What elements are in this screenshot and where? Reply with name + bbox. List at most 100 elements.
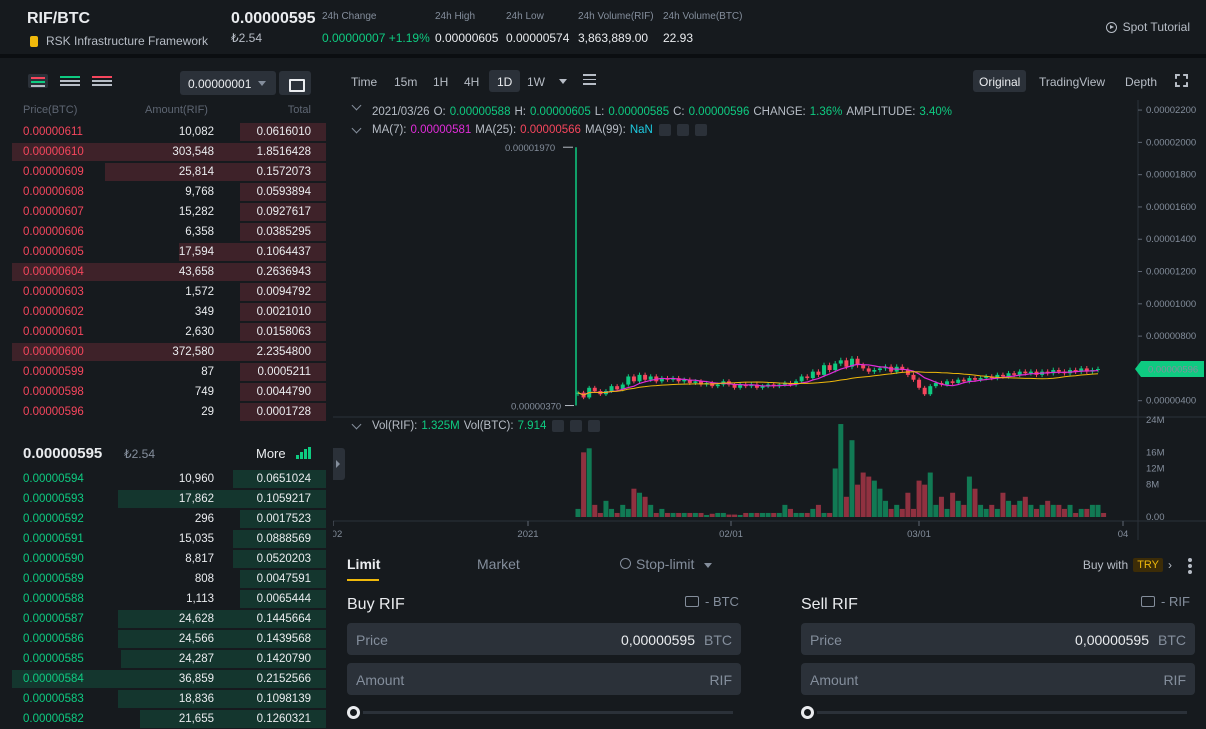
volume-bar[interactable] (815, 504, 821, 517)
volume-bar[interactable] (597, 512, 603, 517)
close-icon[interactable] (694, 124, 707, 136)
candle-body[interactable] (972, 378, 977, 380)
volume-bar[interactable] (860, 472, 866, 517)
volume-bar[interactable] (871, 480, 877, 517)
volume-bar[interactable] (1056, 504, 1062, 517)
ask-row[interactable]: 0.00000605 17,594 0.1064437 (0, 242, 329, 262)
volume-bar[interactable] (905, 492, 911, 517)
collapse-icon[interactable] (351, 419, 362, 429)
volume-bar[interactable] (966, 476, 972, 517)
volume-bar[interactable] (1101, 512, 1107, 517)
bid-row[interactable]: 0.00000594 10,960 0.0651024 (0, 469, 329, 489)
candle-body[interactable] (715, 384, 720, 387)
volume-bar[interactable] (704, 514, 710, 517)
volume-bar[interactable] (922, 484, 928, 517)
volume-bar[interactable] (743, 512, 749, 517)
candle-body[interactable] (643, 374, 648, 380)
ask-row[interactable]: 0.00000600 372,580 2.2354800 (0, 342, 329, 362)
volume-bar[interactable] (983, 508, 989, 517)
volume-bar[interactable] (866, 476, 872, 517)
bid-row[interactable]: 0.00000583 18,836 0.1098139 (0, 689, 329, 709)
volume-bar[interactable] (804, 512, 810, 517)
volume-bar[interactable] (838, 424, 844, 517)
volume-bar[interactable] (664, 512, 670, 517)
volume-bar[interactable] (625, 508, 631, 517)
volume-bar[interactable] (1006, 500, 1012, 517)
candle-body[interactable] (827, 365, 832, 371)
bid-row[interactable]: 0.00000585 24,287 0.1420790 (0, 649, 329, 669)
ask-row[interactable]: 0.00000603 1,572 0.0094792 (0, 282, 329, 302)
volume-bar[interactable] (692, 512, 698, 517)
sell-price-input[interactable]: Price 0,00000595 BTC (801, 623, 1195, 655)
ask-row[interactable]: 0.00000601 2,630 0.0158063 (0, 322, 329, 342)
book-both-icon[interactable] (28, 74, 48, 88)
volume-bar[interactable] (1095, 504, 1101, 517)
volume-bar[interactable] (849, 440, 855, 517)
candle-body[interactable] (911, 374, 916, 380)
gear-icon[interactable] (570, 420, 583, 432)
expand-panel-button[interactable] (333, 448, 345, 480)
volume-bar[interactable] (933, 504, 939, 517)
tab-market[interactable]: Market (477, 556, 520, 572)
volume-bar[interactable] (1067, 504, 1073, 517)
orderbook-layout-button[interactable] (279, 71, 311, 95)
volume-bar[interactable] (787, 508, 793, 517)
more-options-icon[interactable] (1188, 558, 1192, 574)
volume-bar[interactable] (1039, 504, 1045, 517)
volume-bar[interactable] (782, 504, 788, 517)
volume-bar[interactable] (883, 500, 889, 517)
ask-row[interactable]: 0.00000606 6,358 0.0385295 (0, 222, 329, 242)
bid-row[interactable]: 0.00000590 8,817 0.0520203 (0, 549, 329, 569)
candle-body[interactable] (799, 376, 804, 382)
buy-percent-slider[interactable] (347, 706, 741, 719)
volume-bar[interactable] (776, 512, 782, 517)
candle-body[interactable] (1056, 370, 1061, 372)
tab-limit[interactable]: Limit (347, 556, 380, 572)
volume-bar[interactable] (938, 496, 944, 517)
volume-bar[interactable] (989, 504, 995, 517)
volume-bar[interactable] (726, 514, 732, 517)
volume-bar[interactable] (586, 448, 592, 517)
volume-bar[interactable] (1061, 508, 1067, 517)
bid-row[interactable]: 0.00000589 808 0.0047591 (0, 569, 329, 589)
more-button[interactable]: More (256, 446, 286, 461)
sell-amount-input[interactable]: Amount RIF (801, 663, 1195, 695)
candle-body[interactable] (866, 368, 871, 372)
volume-bar[interactable] (637, 492, 643, 517)
volume-bar[interactable] (614, 512, 620, 517)
candle-body[interactable] (861, 365, 866, 369)
volume-bar[interactable] (760, 512, 766, 517)
candle-body[interactable] (810, 371, 815, 379)
volume-bar[interactable] (961, 504, 967, 517)
volume-bar[interactable] (1017, 500, 1023, 517)
volume-bar[interactable] (899, 508, 905, 517)
candle-body[interactable] (1096, 369, 1100, 371)
ask-row[interactable]: 0.00000610 303,548 1.8516428 (0, 142, 329, 162)
volume-bar[interactable] (575, 508, 581, 517)
candle-body[interactable] (956, 379, 961, 383)
volume-bar[interactable] (1045, 500, 1051, 517)
candle-body[interactable] (838, 360, 843, 364)
candle-body[interactable] (877, 368, 882, 371)
candle-body[interactable] (648, 376, 653, 380)
tick-size-select[interactable]: 0.00000001 (180, 71, 276, 95)
volume-bar[interactable] (877, 488, 883, 517)
volume-bar[interactable] (1011, 504, 1017, 517)
ask-row[interactable]: 0.00000607 15,282 0.0927617 (0, 202, 329, 222)
bid-row[interactable]: 0.00000587 24,628 0.1445664 (0, 609, 329, 629)
slider-knob[interactable] (347, 706, 360, 719)
candle-body[interactable] (693, 381, 698, 383)
candle-body[interactable] (872, 370, 877, 372)
sell-percent-slider[interactable] (801, 706, 1195, 719)
volume-bar[interactable] (832, 468, 838, 518)
volume-bar[interactable] (799, 512, 805, 517)
candle-body[interactable] (637, 374, 642, 382)
volume-bar[interactable] (737, 514, 743, 517)
volume-bar[interactable] (581, 452, 587, 517)
volume-bar[interactable] (927, 472, 933, 517)
volume-bar[interactable] (972, 488, 978, 517)
eye-icon[interactable] (552, 420, 565, 432)
ask-row[interactable]: 0.00000604 43,658 0.2636943 (0, 262, 329, 282)
volume-bar[interactable] (648, 504, 654, 517)
close-icon[interactable] (588, 420, 601, 432)
